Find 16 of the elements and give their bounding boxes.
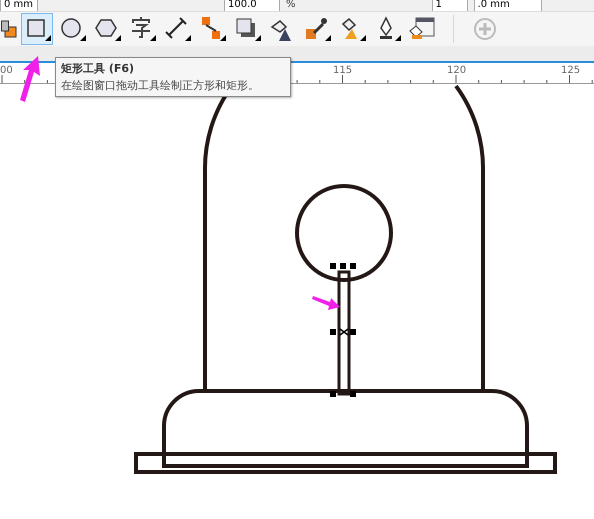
tool-button[interactable] [21,12,53,45]
width-field[interactable]: 0 mm [0,0,38,12]
ruler-label: 120 [447,64,466,76]
ruler-label: 125 [561,64,580,76]
scale-field[interactable]: 100.0 [224,0,280,12]
ruler-label: 00 [0,64,13,76]
tooltip-description: 在绘图窗口拖动工具绘制正方形和矩形。 [61,78,260,93]
outline-width-field[interactable]: .0 mm [474,0,542,12]
tooltip-title: 矩形工具 (F6) [61,61,136,76]
percent-label: % [286,0,296,12]
pointer-arrow [312,296,340,310]
outline-count-field[interactable]: 1 [432,0,468,12]
ruler-label: 115 [333,64,352,76]
dimension-icon [163,14,191,43]
plus-icon [473,16,497,41]
fill-partial-icon [1,20,17,38]
